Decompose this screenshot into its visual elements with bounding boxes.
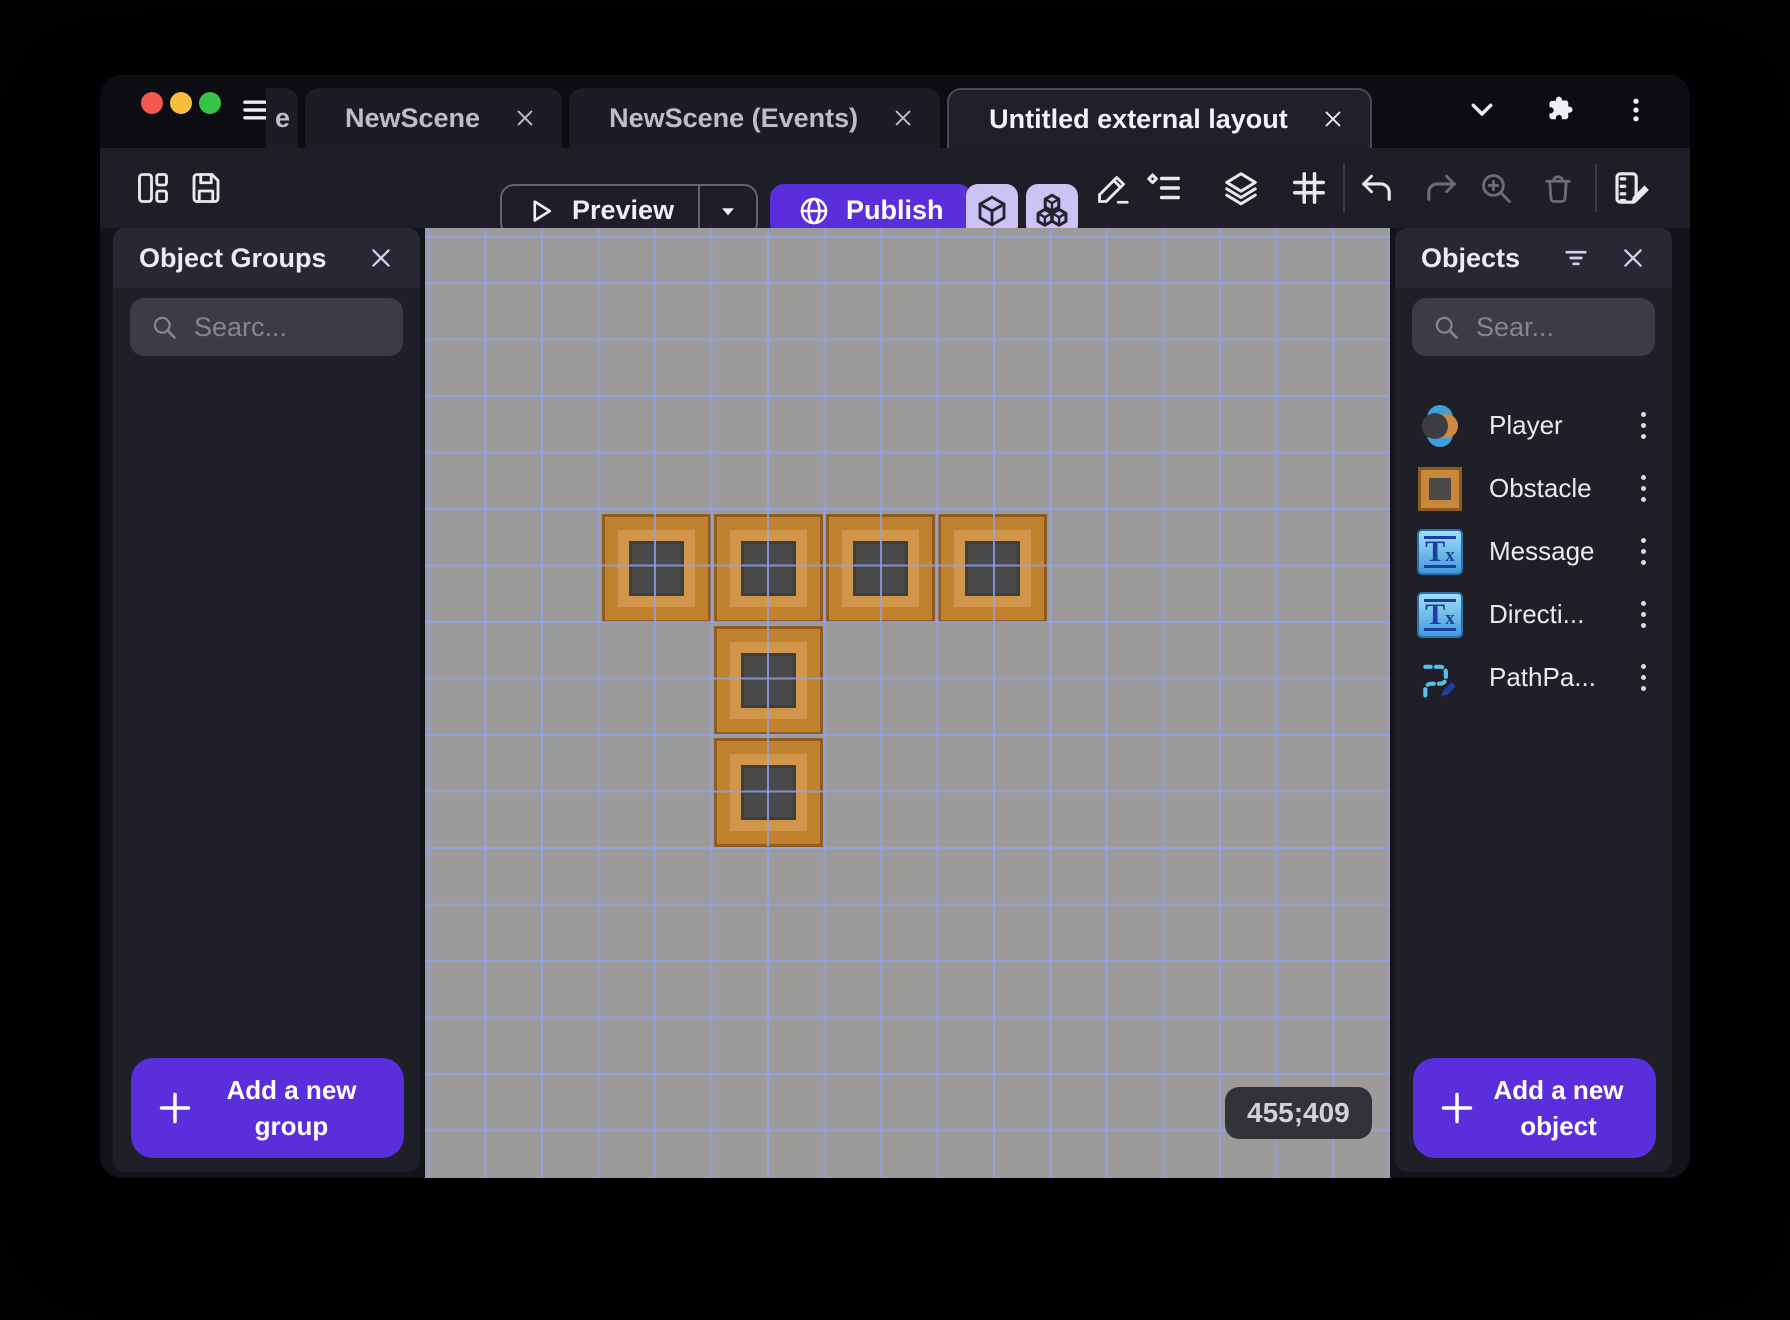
delete-button[interactable] xyxy=(1540,170,1576,206)
zoom-in-icon xyxy=(1478,170,1514,206)
object-label: PathPa... xyxy=(1489,662,1596,692)
project-manager-button[interactable] xyxy=(135,170,171,206)
tab-bar-actions xyxy=(1466,88,1650,132)
panels-icon xyxy=(135,170,171,206)
cursor-coordinates-badge: 455;409 xyxy=(1225,1087,1372,1139)
add-object-button[interactable]: Add a new object xyxy=(1413,1058,1656,1158)
edit-mode-button[interactable] xyxy=(1095,170,1131,206)
object-row-message[interactable]: Tx Message xyxy=(1395,520,1672,583)
layers-icon xyxy=(1222,169,1260,207)
undo-button[interactable] xyxy=(1358,170,1394,206)
object-kebab-menu[interactable] xyxy=(1635,534,1652,569)
close-icon[interactable] xyxy=(368,245,394,271)
obstacle-instance[interactable] xyxy=(714,514,823,623)
object-groups-header: Object Groups xyxy=(113,228,420,288)
app-window: e NewScene NewScene (Events) Untitled exter… xyxy=(100,75,1690,1178)
save-button[interactable] xyxy=(188,170,224,206)
cubes-icon xyxy=(1033,192,1071,230)
object-label: Directi... xyxy=(1489,599,1585,629)
text-icon: Tx xyxy=(1417,528,1463,575)
undo-icon xyxy=(1358,170,1394,206)
object-kebab-menu[interactable] xyxy=(1635,660,1652,695)
object-kebab-menu[interactable] xyxy=(1635,471,1652,506)
objects-panel: Objects Player Obstacle Tx Message Tx Directi… xyxy=(1395,228,1672,1172)
tab-close-icon[interactable] xyxy=(514,107,536,129)
kebab-menu-icon[interactable] xyxy=(1622,96,1650,124)
obstacle-icon xyxy=(1417,466,1463,512)
player-icon xyxy=(1417,403,1463,449)
obstacle-instance[interactable] xyxy=(826,514,935,623)
objects-search xyxy=(1412,298,1655,356)
tab-3[interactable]: Untitled external layout xyxy=(947,88,1372,148)
obstacle-instance[interactable] xyxy=(938,514,1047,623)
save-icon xyxy=(188,170,224,206)
layers-button[interactable] xyxy=(1222,169,1260,207)
tab-strip: e NewScene NewScene (Events) Untitled exter… xyxy=(266,88,1379,148)
preview-label: Preview xyxy=(572,195,675,225)
add-group-button[interactable]: Add a new group xyxy=(131,1058,404,1158)
tab-partial[interactable]: e xyxy=(266,88,298,148)
window-zoom-button[interactable] xyxy=(199,92,221,114)
object-kebab-menu[interactable] xyxy=(1635,597,1652,632)
edit-scene-properties-button[interactable] xyxy=(1612,168,1652,208)
play-icon xyxy=(526,196,556,226)
instances-list-icon xyxy=(1145,169,1183,207)
content-area: Object Groups Add a new group 455;409 Ob… xyxy=(100,228,1690,1178)
object-groups-search xyxy=(130,298,403,356)
toolbar: Preview Publish xyxy=(100,148,1690,237)
tab-close-icon[interactable] xyxy=(892,107,914,129)
tab-1[interactable]: NewScene xyxy=(305,88,563,148)
path-icon xyxy=(1417,655,1463,701)
trash-icon xyxy=(1540,170,1576,206)
plus-icon xyxy=(1429,1089,1485,1127)
obstacle-instance[interactable] xyxy=(714,626,823,735)
add-group-label: Add a new group xyxy=(226,1074,357,1141)
objects-header: Objects xyxy=(1395,228,1672,288)
objects-title: Objects xyxy=(1421,242,1521,273)
tab-label: NewScene (Events) xyxy=(609,102,859,133)
object-label: Obstacle xyxy=(1489,473,1592,503)
grid-button[interactable] xyxy=(1290,169,1328,207)
globe-icon xyxy=(798,195,830,227)
window-minimize-button[interactable] xyxy=(170,92,192,114)
tab-close-icon[interactable] xyxy=(1322,108,1344,130)
zoom-in-button[interactable] xyxy=(1478,170,1514,206)
object-row-pathpa[interactable]: PathPa... xyxy=(1395,646,1672,709)
publish-label: Publish xyxy=(846,195,944,225)
object-groups-panel: Object Groups Add a new group xyxy=(113,228,420,1172)
object-row-directi[interactable]: Tx Directi... xyxy=(1395,583,1672,646)
obstacle-instance[interactable] xyxy=(602,514,711,623)
object-label: Player xyxy=(1489,410,1563,440)
scene-canvas[interactable]: 455;409 xyxy=(425,228,1390,1178)
instances-list-button[interactable] xyxy=(1145,169,1183,207)
objects-list: Player Obstacle Tx Message Tx Directi... PathP… xyxy=(1395,394,1672,709)
window-close-button[interactable] xyxy=(141,92,163,114)
object-row-player[interactable]: Player xyxy=(1395,394,1672,457)
close-icon[interactable] xyxy=(1620,245,1646,271)
object-kebab-menu[interactable] xyxy=(1635,408,1652,443)
cube-icon xyxy=(974,193,1010,229)
obstacle-instance[interactable] xyxy=(714,738,823,847)
object-label: Message xyxy=(1489,536,1595,566)
extensions-puzzle-icon[interactable] xyxy=(1544,94,1576,126)
grid-icon xyxy=(1290,169,1328,207)
tab-label: NewScene xyxy=(345,102,481,133)
film-edit-icon xyxy=(1612,168,1652,208)
redo-button[interactable] xyxy=(1424,170,1460,206)
tab-2[interactable]: NewScene (Events) xyxy=(569,88,941,148)
object-row-obstacle[interactable]: Obstacle xyxy=(1395,457,1672,520)
add-object-label: Add a new object xyxy=(1493,1074,1624,1141)
filter-icon[interactable] xyxy=(1562,244,1590,272)
redo-icon xyxy=(1424,170,1460,206)
tab-bar: e NewScene NewScene (Events) Untitled exter… xyxy=(100,75,1690,148)
tab-label: Untitled external layout xyxy=(989,103,1288,134)
plus-icon xyxy=(147,1089,203,1127)
text-icon: Tx xyxy=(1417,591,1463,638)
pencil-icon xyxy=(1095,170,1131,206)
chevron-down-icon[interactable] xyxy=(1466,94,1498,126)
canvas-grid xyxy=(425,228,1390,1178)
caret-down-icon xyxy=(715,198,741,224)
object-groups-title: Object Groups xyxy=(139,242,327,273)
